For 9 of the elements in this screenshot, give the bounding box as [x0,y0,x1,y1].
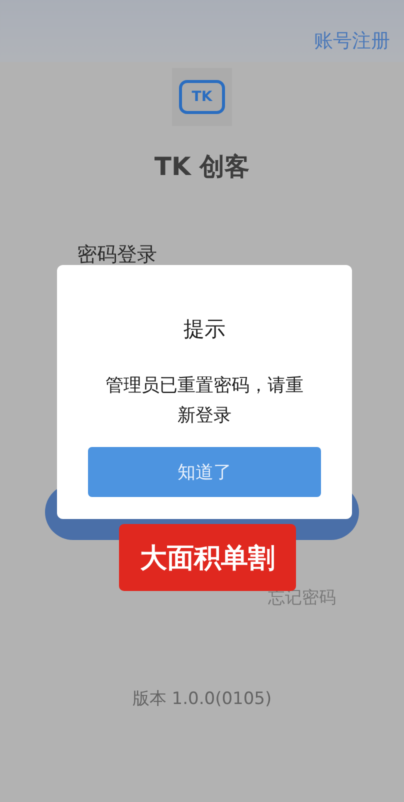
app-title: TK 创客 [154,151,250,183]
overlay-label: 大面积单割 [119,524,296,591]
dialog-message: 管理员已重置密码，请重新登录 [104,374,304,428]
ok-button[interactable]: 知道了 [88,447,321,497]
password-login-tab[interactable]: 密码登录 [77,241,404,268]
logo-icon: TK [179,80,225,114]
dialog-title: 提示 [184,316,226,343]
version-text: 版本 1.0.0(0105) [132,688,272,710]
register-link[interactable]: 账号注册 [314,28,390,54]
